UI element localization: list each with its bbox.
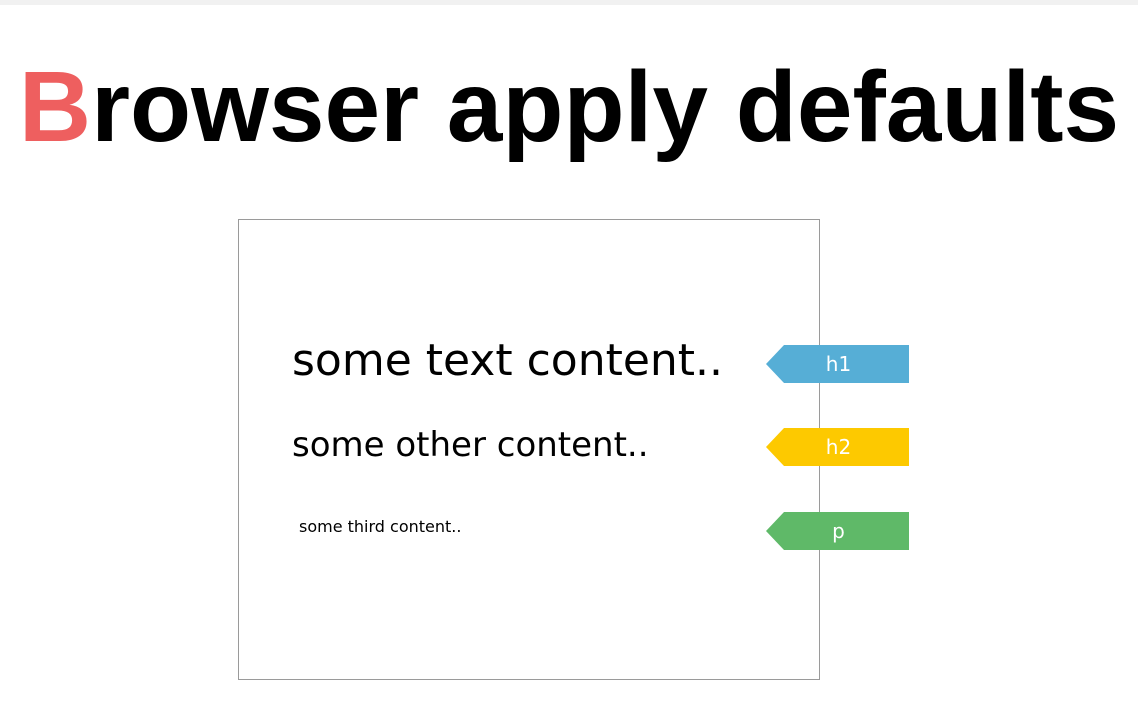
sample-h2-text: some other content.. (292, 425, 649, 465)
title-initial-letter: B (18, 51, 92, 163)
tag-h2-label: h2 (825, 435, 852, 459)
tag-p-label: p (832, 519, 845, 543)
sample-h1-text: some text content.. (292, 335, 724, 386)
sample-p-text: some third content.. (299, 517, 462, 536)
tag-p: p (766, 512, 909, 550)
tag-h1: h1 (766, 345, 909, 383)
tag-h1-label: h1 (825, 352, 852, 376)
top-strip (0, 0, 1138, 5)
tag-h2: h2 (766, 428, 909, 466)
slide-title: Browser apply defaults (0, 52, 1138, 162)
title-rest: rowser apply defaults (91, 51, 1120, 163)
